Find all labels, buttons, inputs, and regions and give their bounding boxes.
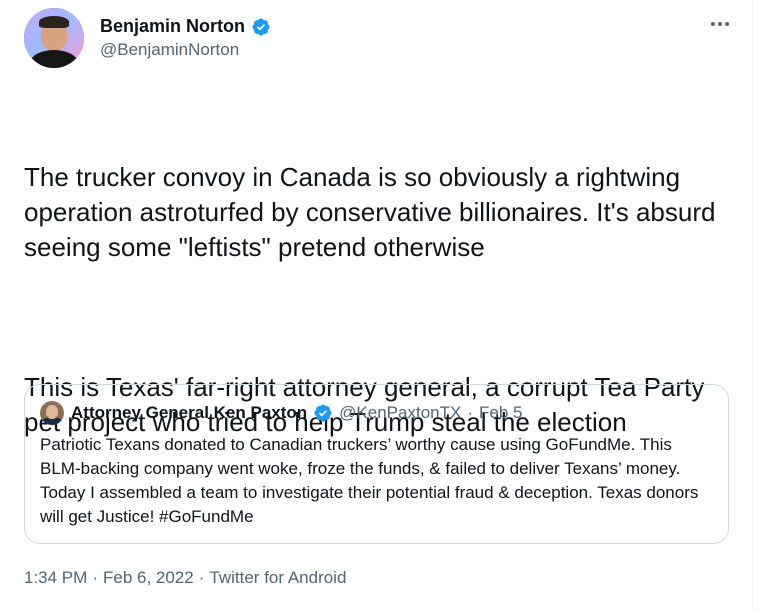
author-avatar[interactable]	[24, 8, 84, 68]
separator-dot: ·	[467, 403, 473, 422]
tweet-date[interactable]: Feb 6, 2022	[103, 568, 194, 588]
author-display-name[interactable]: Benjamin Norton	[100, 16, 271, 37]
author-handle[interactable]: @BenjaminNorton	[100, 40, 239, 60]
separator-dot: ·	[92, 568, 98, 587]
tweet-card: Benjamin Norton @BenjaminNorton The truc…	[0, 0, 753, 611]
quoted-tweet-text: Patriotic Texans donated to Canadian tru…	[40, 435, 699, 526]
separator-dot: ·	[198, 568, 205, 587]
more-options-icon[interactable]	[706, 14, 734, 34]
verified-badge-icon	[251, 17, 271, 37]
tweet-paragraph: The trucker convoy in Canada is so obvio…	[24, 162, 723, 262]
quoted-tweet-header: Attorney General Ken Paxton @KenPaxtonTX…	[71, 403, 522, 423]
tweet-source: Twitter for Android	[209, 568, 347, 587]
tweet-metadata: 1:34 PM · Feb 6, 2022 · Twitter for Andr…	[24, 568, 346, 588]
quoted-author-name[interactable]: Attorney General Ken Paxton	[71, 403, 307, 423]
quoted-tweet[interactable]: Attorney General Ken Paxton @KenPaxtonTX…	[24, 384, 729, 544]
tweet-time[interactable]: 1:34 PM	[24, 568, 87, 588]
quoted-tweet-date[interactable]: Feb 5	[479, 403, 522, 423]
author-name-text: Benjamin Norton	[100, 16, 246, 36]
quoted-author-avatar[interactable]	[40, 401, 64, 425]
verified-badge-icon	[313, 403, 333, 423]
quoted-author-handle[interactable]: @KenPaxtonTX	[339, 403, 461, 423]
